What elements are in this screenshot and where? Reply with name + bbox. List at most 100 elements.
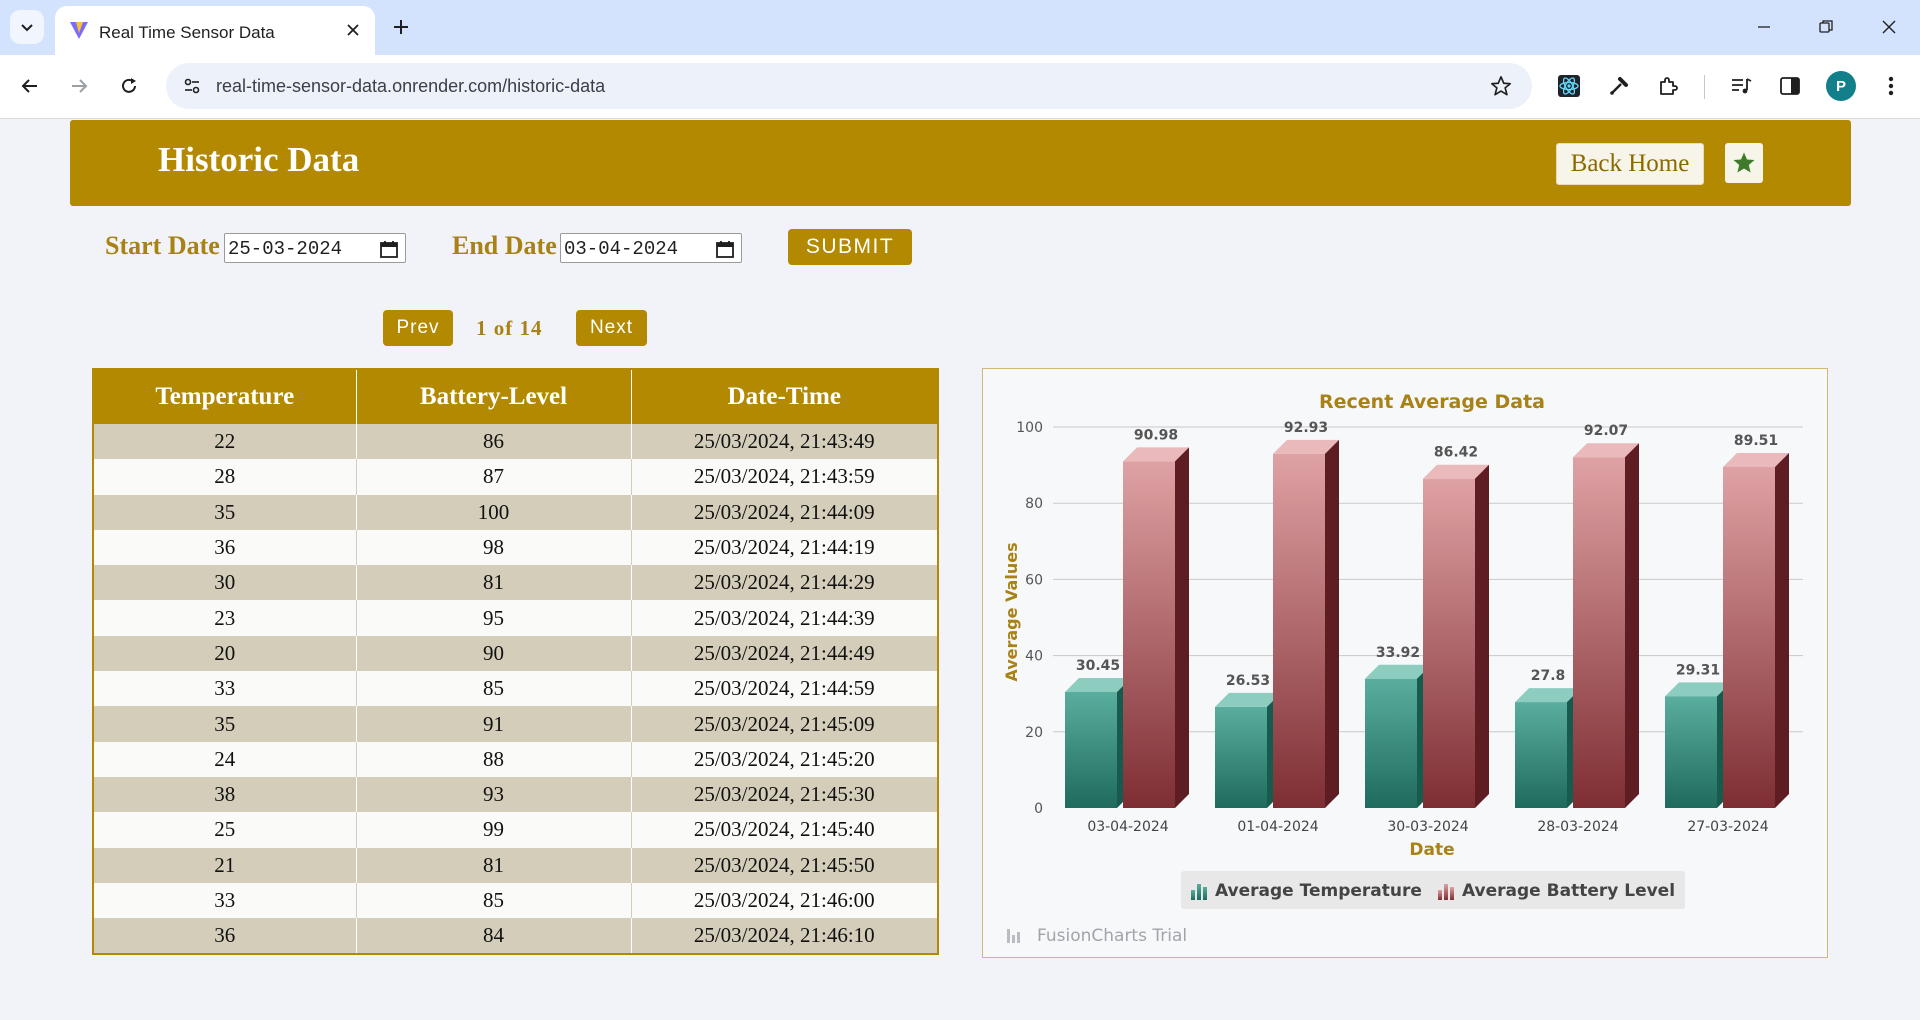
close-icon <box>1882 20 1896 34</box>
page-indicator: 1 of 14 <box>476 316 543 340</box>
table-cell: 21 <box>94 847 357 883</box>
browser-tab[interactable]: Real Time Sensor Data <box>55 6 375 55</box>
start-date-input[interactable]: 25-03-2024 <box>224 233 406 263</box>
data-label: 29.31 <box>1676 662 1720 678</box>
table-row: 28 87 25/03/2024, 21:43:59 <box>94 459 937 495</box>
table-cell: 100 <box>356 494 632 530</box>
table-cell: 98 <box>356 529 632 566</box>
x-tick-label: 28-03-2024 <box>1537 819 1618 835</box>
end-date-label: End Date <box>452 231 557 260</box>
arrow-left-icon <box>21 79 37 93</box>
legend-label[interactable]: Average Temperature <box>1215 881 1422 901</box>
restore-button[interactable] <box>1806 10 1846 44</box>
table-row: 21 81 25/03/2024, 21:45:50 <box>94 847 937 883</box>
bar[interactable] <box>1065 677 1131 808</box>
bar[interactable] <box>1215 692 1281 808</box>
close-tab-icon[interactable] <box>341 18 365 42</box>
eyedropper-extension-icon[interactable] <box>1602 69 1636 103</box>
table-row: 35 100 25/03/2024, 21:44:09 <box>94 494 937 530</box>
bar[interactable] <box>1573 443 1639 808</box>
bar[interactable] <box>1515 688 1581 808</box>
table-cell: 36 <box>94 529 357 566</box>
reload-icon <box>122 78 136 93</box>
x-tick-label: 27-03-2024 <box>1687 819 1768 835</box>
table-cell: 35 <box>94 706 357 742</box>
toolbar-separator <box>1704 75 1705 99</box>
tab-search-button[interactable] <box>10 10 44 44</box>
side-panel-icon[interactable] <box>1773 69 1807 103</box>
reload-button[interactable] <box>112 69 146 103</box>
close-window-button[interactable] <box>1869 10 1909 44</box>
bar[interactable] <box>1273 439 1339 808</box>
table-cell: 20 <box>94 635 357 672</box>
bar[interactable] <box>1423 464 1489 808</box>
table-cell: 24 <box>94 741 357 777</box>
x-tick-label: 03-04-2024 <box>1087 819 1168 835</box>
next-page-button[interactable]: Next <box>576 310 647 346</box>
bar[interactable] <box>1723 452 1789 808</box>
back-button[interactable] <box>13 69 47 103</box>
bookmark-star-icon[interactable] <box>1486 71 1516 101</box>
profile-avatar[interactable]: P <box>1826 71 1856 101</box>
table-cell: 85 <box>356 882 632 919</box>
data-label: 26.53 <box>1226 673 1270 689</box>
data-label: 89.51 <box>1734 433 1778 449</box>
react-devtools-extension-icon[interactable] <box>1552 69 1586 103</box>
calendar-icon[interactable] <box>379 239 399 264</box>
table-cell: 25/03/2024, 21:44:49 <box>631 635 937 672</box>
data-label: 30.45 <box>1076 658 1120 674</box>
table-row: 36 98 25/03/2024, 21:44:19 <box>94 529 937 566</box>
table-row: 30 81 25/03/2024, 21:44:29 <box>94 565 937 601</box>
table-cell: 25/03/2024, 21:44:29 <box>631 565 937 601</box>
star-icon <box>1733 152 1755 173</box>
plus-icon <box>394 20 408 34</box>
minimize-button[interactable] <box>1744 10 1784 44</box>
data-label: 90.98 <box>1134 427 1178 443</box>
url-text[interactable]: real-time-sensor-data.onrender.com/histo… <box>216 76 605 97</box>
browser-menu-button[interactable] <box>1874 69 1908 103</box>
column-header: Battery-Level <box>356 370 632 424</box>
y-tick-label: 60 <box>1025 572 1043 588</box>
table-cell: 25/03/2024, 21:46:10 <box>631 918 937 954</box>
average-data-chart: Recent Average Data Average Values Date … <box>982 368 1828 958</box>
table-row: 36 84 25/03/2024, 21:46:10 <box>94 918 937 954</box>
x-axis-label: Date <box>1409 840 1454 860</box>
table-cell: 35 <box>94 494 357 530</box>
bar[interactable] <box>1665 682 1731 808</box>
table-row: 20 90 25/03/2024, 21:44:49 <box>94 635 937 672</box>
legend-label[interactable]: Average Battery Level <box>1462 881 1675 901</box>
table-cell: 84 <box>356 918 632 954</box>
restore-icon <box>1819 20 1833 33</box>
y-tick-label: 20 <box>1025 725 1043 741</box>
back-home-button[interactable]: Back Home <box>1556 143 1704 185</box>
table-row: 25 99 25/03/2024, 21:45:40 <box>94 812 937 848</box>
media-controls-icon[interactable] <box>1724 69 1758 103</box>
y-tick-label: 80 <box>1025 496 1043 512</box>
end-date-input[interactable]: 03-04-2024 <box>560 233 742 263</box>
bar[interactable] <box>1365 664 1431 808</box>
extensions-puzzle-icon[interactable] <box>1651 69 1685 103</box>
address-bar[interactable]: real-time-sensor-data.onrender.com/histo… <box>166 63 1532 109</box>
calendar-icon[interactable] <box>715 239 735 264</box>
y-axis-label: Average Values <box>1002 542 1021 681</box>
vite-favicon-icon <box>69 20 89 45</box>
table-cell: 25/03/2024, 21:44:59 <box>631 671 937 707</box>
table-cell: 90 <box>356 635 632 672</box>
table-row: 23 95 25/03/2024, 21:44:39 <box>94 600 937 636</box>
chart-title: Recent Average Data <box>1319 391 1545 413</box>
forward-button[interactable] <box>62 69 96 103</box>
prev-page-button[interactable]: Prev <box>383 310 453 346</box>
data-label: 33.92 <box>1376 645 1420 661</box>
table-cell: 25/03/2024, 21:46:00 <box>631 882 937 919</box>
table-cell: 87 <box>356 459 632 495</box>
submit-button[interactable]: SUBMIT <box>788 229 912 265</box>
table-cell: 23 <box>94 600 357 636</box>
table-cell: 25/03/2024, 21:43:49 <box>631 424 937 460</box>
bar[interactable] <box>1123 447 1189 808</box>
new-tab-button[interactable] <box>386 12 416 42</box>
site-info-icon[interactable] <box>176 70 208 102</box>
table-cell: 85 <box>356 671 632 707</box>
favorites-button[interactable] <box>1725 143 1763 183</box>
column-header: Temperature <box>94 370 357 424</box>
table-cell: 25/03/2024, 21:44:39 <box>631 600 937 636</box>
